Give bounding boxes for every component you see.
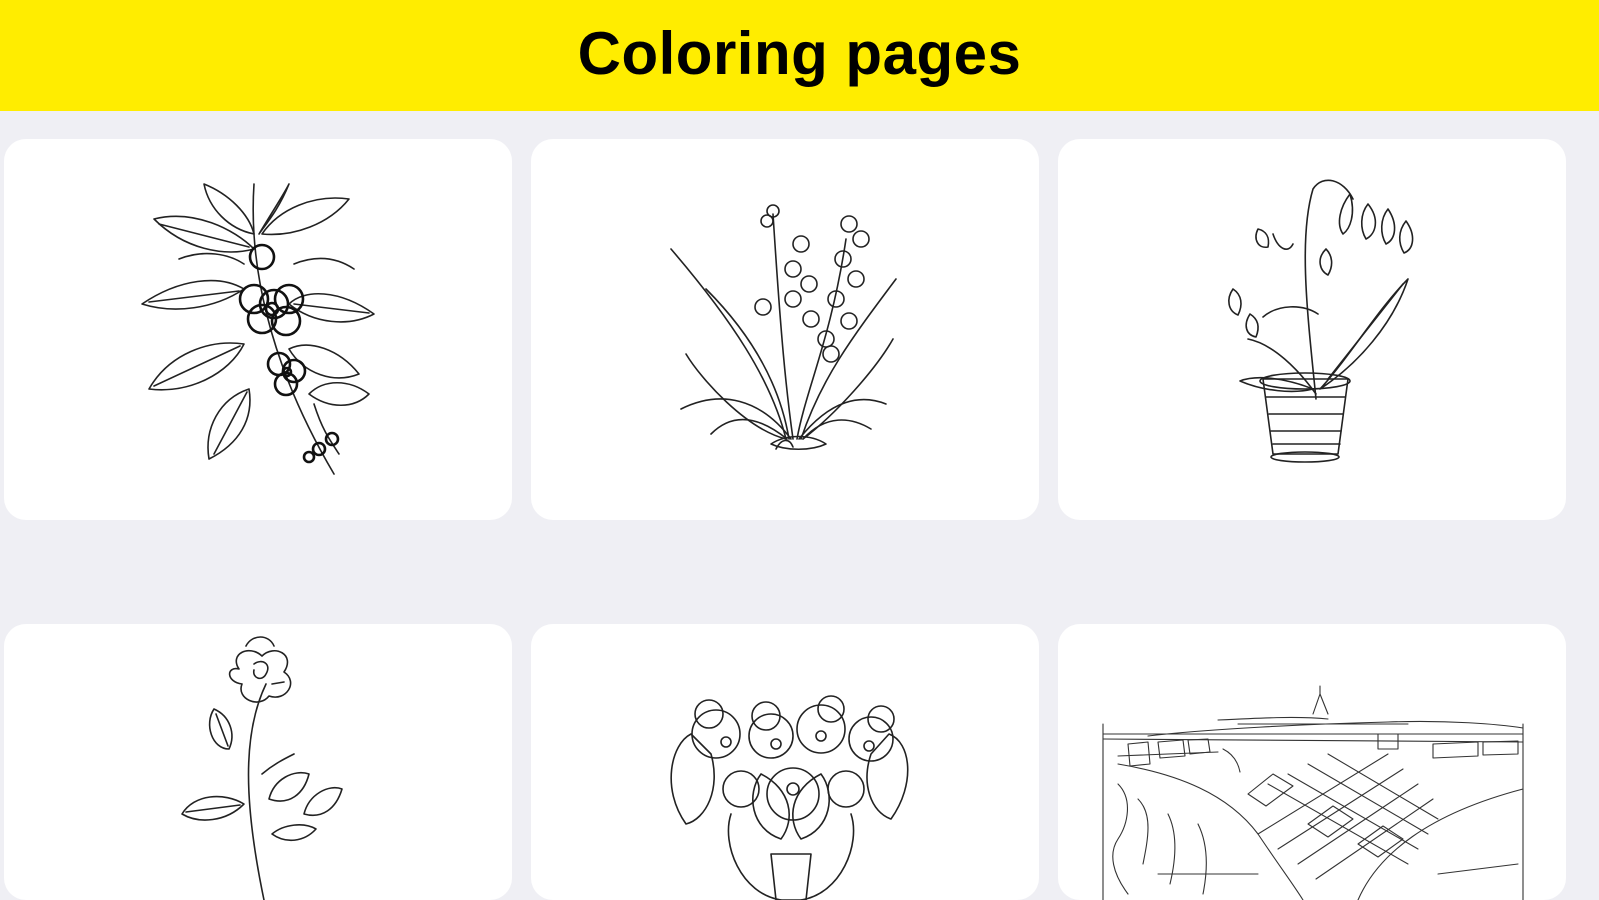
- coloring-page-card-potted-bellflower[interactable]: [1058, 139, 1566, 520]
- app-header: Coloring pages: [0, 0, 1599, 111]
- wildflower-bunch-drawing-icon: [670, 204, 897, 451]
- city-river-landscape-drawing-icon: [1102, 685, 1524, 900]
- leafy-flower-branch-drawing-icon: [141, 183, 375, 475]
- bell-flower-in-pot-drawing-icon: [1228, 179, 1414, 463]
- coloring-page-card-wildflowers[interactable]: [531, 139, 1039, 520]
- coloring-page-card-rose[interactable]: [4, 624, 512, 900]
- violet-flowers-drawing-icon: [670, 695, 909, 900]
- coloring-page-card-city-landscape[interactable]: [1058, 624, 1566, 900]
- rose-stem-drawing-icon: [181, 636, 343, 900]
- page-title: Coloring pages: [577, 20, 1022, 87]
- coloring-page-card-leafy-branch[interactable]: [4, 139, 512, 520]
- coloring-page-card-violets[interactable]: [531, 624, 1039, 900]
